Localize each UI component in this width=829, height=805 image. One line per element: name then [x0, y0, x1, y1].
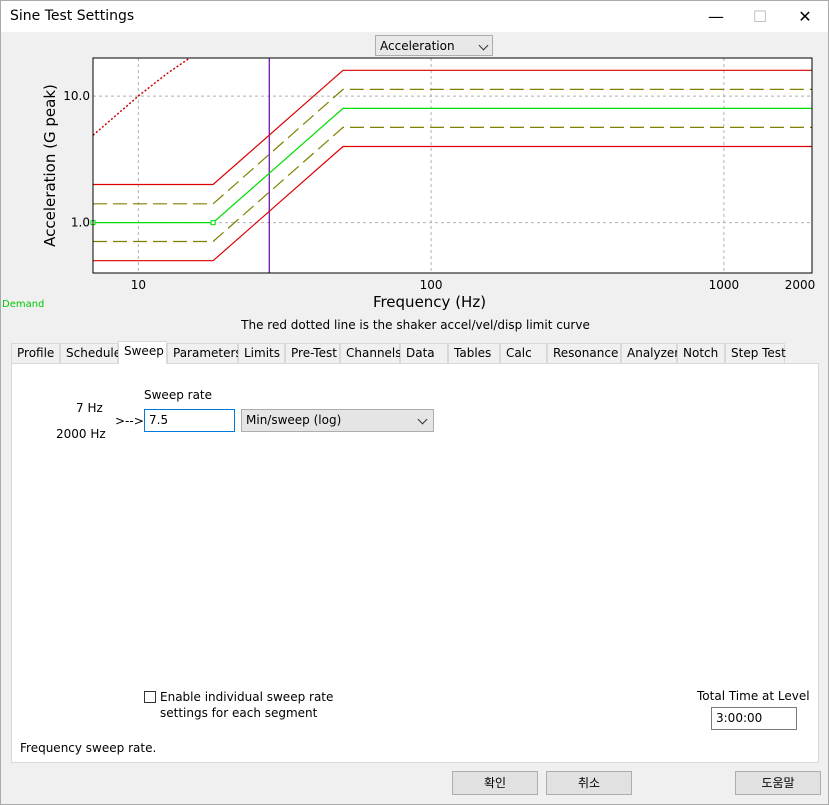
sweep-rate-unit-value: Min/sweep (log) [246, 413, 342, 427]
x-tick-label: 10 [131, 278, 146, 292]
help-button[interactable]: 도움말 [735, 771, 821, 795]
tab-tables[interactable]: Tables [448, 343, 500, 363]
maximize-button: ☐ [752, 7, 768, 26]
sweep-rate-heading: Sweep rate [144, 388, 213, 402]
tab-schedule[interactable]: Schedule [60, 343, 121, 363]
x-tick-label: 100 [420, 278, 443, 292]
plot-quantity-value: Acceleration [380, 39, 455, 53]
chevron-down-icon [478, 40, 489, 51]
sweep-tab-panel: Sweep rate 7 Hz 2000 Hz >--> 7.5 Min/swe… [11, 363, 819, 763]
tab-limits[interactable]: Limits [238, 343, 285, 363]
tab-step-test[interactable]: Step Test [725, 343, 786, 363]
chart-caption: The red dotted line is the shaker accel/… [241, 318, 590, 332]
demand-legend-label: Demand [2, 299, 45, 310]
chevron-down-icon [417, 414, 428, 425]
plot-quantity-select[interactable]: Acceleration [375, 35, 493, 56]
tab-notch[interactable]: Notch [677, 343, 725, 363]
start-frequency-label: 7 Hz [76, 401, 103, 415]
tab-channels[interactable]: Channels [340, 343, 402, 363]
individual-sweep-rate-checkbox[interactable] [144, 691, 156, 703]
x-axis-label: Frequency (Hz) [373, 293, 486, 311]
status-help-text: Frequency sweep rate. [20, 741, 157, 755]
window-title: Sine Test Settings [10, 8, 135, 24]
y-tick-label: 1.0 [71, 216, 90, 230]
tab-parameters[interactable]: Parameters [167, 343, 242, 363]
limit-profile-chart: 10 100 1000 2000 1.0 10.0 Frequency (Hz) Accele… [1, 56, 828, 318]
tab-resonance[interactable]: Resonance [547, 343, 621, 363]
title-bar: Sine Test Settings — ☐ ✕ [1, 1, 828, 32]
x-tick-label: 2000 [785, 278, 816, 292]
cancel-button[interactable]: 취소 [546, 771, 632, 795]
end-frequency-label: 2000 Hz [56, 427, 106, 441]
sweep-rate-unit-select[interactable]: Min/sweep (log) [241, 409, 434, 432]
tab-calc[interactable]: Calc [500, 343, 547, 363]
y-axis-label: Acceleration (G peak) [41, 84, 59, 247]
sweep-rate-input[interactable]: 7.5 [144, 409, 235, 432]
tab-profile[interactable]: Profile [11, 343, 60, 363]
chart-svg: 10 100 1000 2000 1.0 10.0 Frequency (Hz) Accele… [41, 57, 816, 311]
minimize-button[interactable]: — [693, 1, 739, 32]
tab-analyzer[interactable]: Analyzer [621, 343, 679, 363]
close-button[interactable]: ✕ [782, 1, 828, 32]
tab-sweep[interactable]: Sweep [118, 341, 167, 364]
plot-area [93, 58, 812, 273]
total-time-label: Total Time at Level [697, 689, 810, 703]
demand-breakpoint-marker [210, 220, 216, 226]
sine-test-settings-window: Sine Test Settings — ☐ ✕ Acceleration 10… [0, 0, 829, 805]
checkbox-label-line2: settings for each segment [160, 706, 318, 720]
x-tick-label: 1000 [709, 278, 740, 292]
tab-pre-test[interactable]: Pre-Test [285, 343, 340, 363]
segment-arrow: >--> [115, 414, 144, 428]
total-time-field[interactable]: 3:00:00 [711, 707, 797, 730]
ok-button[interactable]: 확인 [452, 771, 538, 795]
checkbox-label-line1: Enable individual sweep rate [160, 690, 334, 704]
y-tick-label: 10.0 [63, 89, 90, 103]
tab-data[interactable]: Data [400, 343, 448, 363]
